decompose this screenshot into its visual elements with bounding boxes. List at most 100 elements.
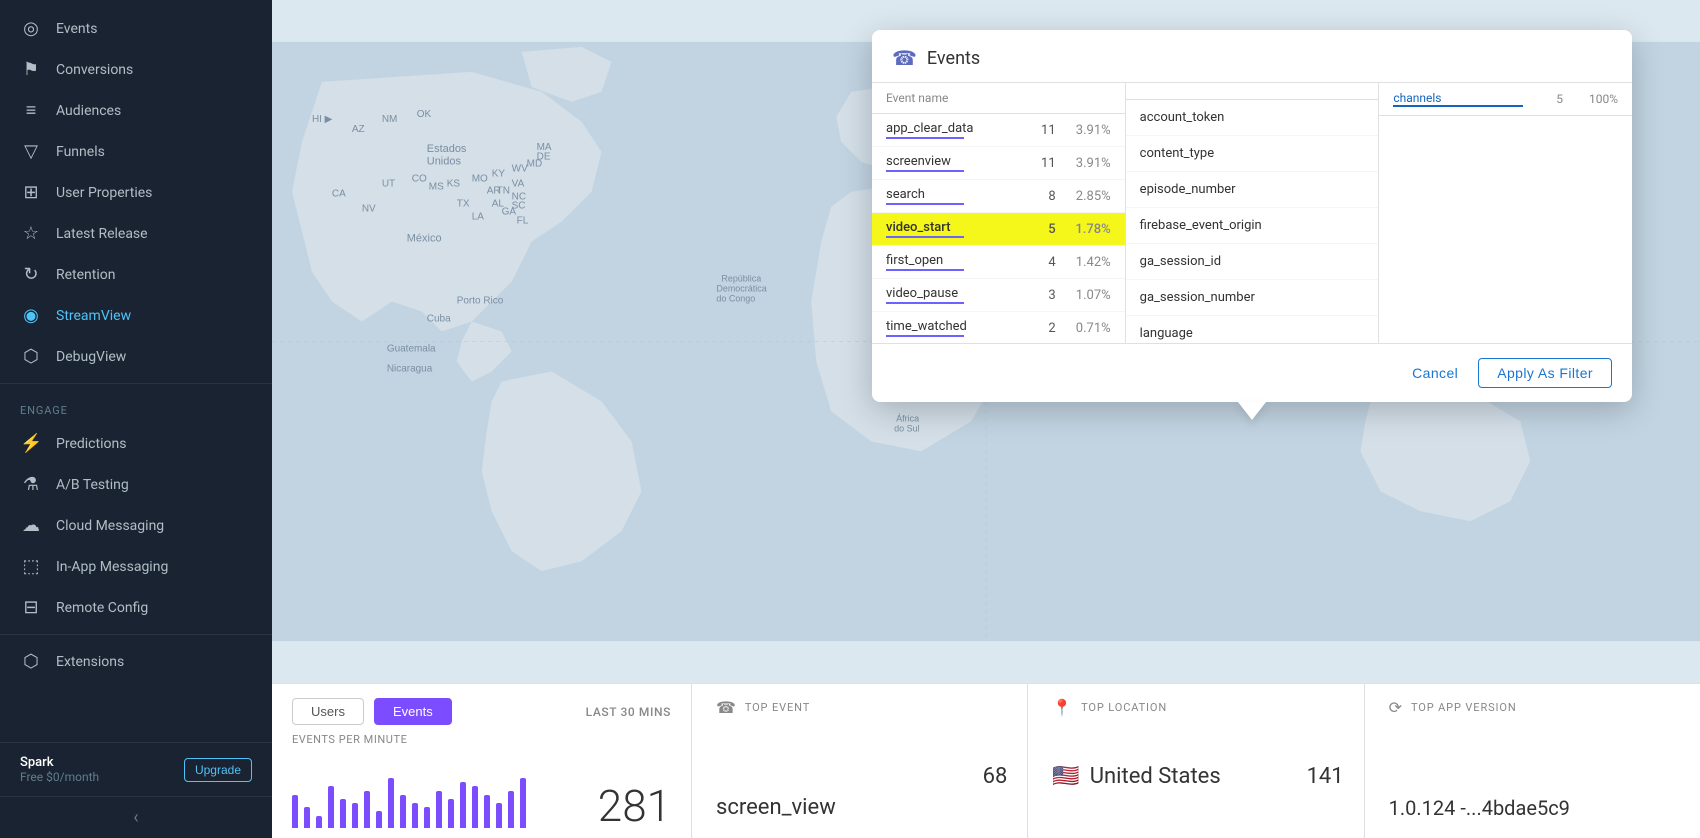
chart-bar (508, 791, 514, 829)
popup-channels-col: channels 5 100% (1379, 83, 1632, 343)
sidebar-item-audiences[interactable]: ≡ Audiences (0, 90, 272, 131)
svg-text:TX: TX (457, 199, 470, 210)
event-count: 2 (1016, 321, 1056, 336)
sidebar-item-ab-testing[interactable]: ⚗ A/B Testing (0, 464, 272, 505)
us-flag-icon: 🇺🇸 (1052, 764, 1079, 789)
sidebar-footer: Spark Free $0/month Upgrade (0, 742, 272, 796)
event-name-header: Event name (886, 91, 1111, 105)
chart-bar (520, 778, 526, 828)
conversions-icon: ⚑ (20, 59, 42, 80)
svg-text:Estados: Estados (427, 143, 467, 155)
sidebar-item-label: Predictions (56, 436, 126, 452)
svg-text:do Congo: do Congo (716, 294, 755, 304)
svg-text:OK: OK (417, 109, 432, 120)
chart-bar (340, 799, 346, 828)
top-event-row: screen_view 68 (716, 725, 1007, 828)
svg-text:Guatemala: Guatemala (387, 343, 436, 354)
svg-text:WV: WV (512, 164, 528, 175)
popup-events-col: Event name app_clear_data 11 3.91% scree… (872, 83, 1126, 343)
param-name: content_type (1140, 146, 1365, 161)
popup-footer: Cancel Apply As Filter (872, 343, 1632, 402)
chart-bar (388, 778, 394, 828)
sidebar-item-retention[interactable]: ↻ Retention (0, 254, 272, 295)
plan-name: Spark (20, 755, 99, 770)
sidebar-item-predictions[interactable]: ⚡ Predictions (0, 423, 272, 464)
chart-bar (484, 795, 490, 828)
svg-text:AR: AR (487, 186, 501, 197)
sidebar-item-label: Conversions (56, 62, 133, 78)
top-event-label: ☎ TOP EVENT (716, 698, 1007, 717)
chart-and-count: 281 (292, 752, 671, 828)
location-row: 🇺🇸 United States 141 (1052, 725, 1343, 828)
chart-bar (292, 795, 298, 828)
events-tab-button[interactable]: Events (374, 698, 452, 725)
chart-bar (400, 795, 406, 828)
sidebar-item-label: A/B Testing (56, 477, 129, 493)
svg-text:FL: FL (517, 216, 529, 227)
sidebar-collapse-button[interactable]: ‹ (0, 796, 272, 838)
top-event-count: 68 (983, 764, 1008, 789)
event-name: video_start (886, 220, 1016, 238)
event-pct: 2.85% (1056, 189, 1111, 204)
svg-text:México: México (407, 233, 442, 245)
sidebar-item-extensions[interactable]: ⬡ Extensions (0, 641, 272, 682)
event-row-app-clear-data[interactable]: app_clear_data 11 3.91% (872, 114, 1125, 147)
sidebar-item-label: Latest Release (56, 226, 148, 242)
param-row-account-token[interactable]: account_token (1126, 100, 1379, 136)
param-row-language[interactable]: language (1126, 316, 1379, 343)
chart-bar (304, 807, 310, 828)
param-row-content-type[interactable]: content_type (1126, 136, 1379, 172)
chart-bar (352, 803, 358, 828)
bottom-top-app-version: ⟳ TOP APP VERSION 1.0.124 -...4bdae5c9 (1365, 684, 1700, 838)
sidebar-item-cloud-messaging[interactable]: ☁ Cloud Messaging (0, 505, 272, 546)
param-row-episode-number[interactable]: episode_number (1126, 172, 1379, 208)
svg-text:HI ▶: HI ▶ (312, 114, 333, 125)
sidebar-item-in-app-messaging[interactable]: ⬚ In-App Messaging (0, 546, 272, 587)
upgrade-button[interactable]: Upgrade (184, 758, 252, 782)
audiences-icon: ≡ (20, 100, 42, 121)
param-row-ga-session-id[interactable]: ga_session_id (1126, 244, 1379, 280)
location-name: United States (1090, 764, 1221, 789)
event-name: app_clear_data (886, 121, 1016, 139)
sidebar-item-label: In-App Messaging (56, 559, 168, 575)
event-name: screenview (886, 154, 1016, 172)
event-row-search[interactable]: search 8 2.85% (872, 180, 1125, 213)
chart-bar (460, 782, 466, 828)
param-row-firebase-event-origin[interactable]: firebase_event_origin (1126, 208, 1379, 244)
streamview-icon: ◉ (20, 305, 42, 326)
sidebar-item-label: Audiences (56, 103, 121, 119)
event-row-time-watched[interactable]: time_watched 2 0.71% (872, 312, 1125, 343)
svg-text:NM: NM (382, 114, 398, 125)
sidebar-item-events[interactable]: ◎ Events (0, 8, 272, 49)
event-row-screenview[interactable]: screenview 11 3.91% (872, 147, 1125, 180)
event-pct: 3.91% (1056, 156, 1111, 171)
svg-text:África: África (896, 413, 919, 423)
event-name: search (886, 187, 1016, 205)
chart-bar (316, 816, 322, 829)
channel-header-pct: 100% (1563, 92, 1618, 106)
mini-chart (292, 773, 578, 828)
users-tab-button[interactable]: Users (292, 698, 364, 725)
event-row-video-pause[interactable]: video_pause 3 1.07% (872, 279, 1125, 312)
event-row-first-open[interactable]: first_open 4 1.42% (872, 246, 1125, 279)
sidebar-plan-info: Spark Free $0/month (20, 755, 99, 784)
sidebar-item-user-properties[interactable]: ⊞ User Properties (0, 172, 272, 213)
sidebar-item-debugview[interactable]: ⬡ DebugView (0, 336, 272, 377)
cancel-button[interactable]: Cancel (1412, 365, 1458, 381)
top-event-name: screen_view (716, 795, 836, 828)
sidebar-item-latest-release[interactable]: ☆ Latest Release (0, 213, 272, 254)
apply-as-filter-button[interactable]: Apply As Filter (1478, 358, 1612, 388)
event-row-video-start[interactable]: video_start 5 1.78% (872, 213, 1125, 246)
sidebar-item-conversions[interactable]: ⚑ Conversions (0, 49, 272, 90)
popup-col2-header (1126, 83, 1379, 100)
channel-header-name: channels (1393, 91, 1523, 107)
sidebar-item-funnels[interactable]: ▽ Funnels (0, 131, 272, 172)
param-row-ga-session-number[interactable]: ga_session_number (1126, 280, 1379, 316)
sidebar-item-remote-config[interactable]: ⊟ Remote Config (0, 587, 272, 628)
event-name: first_open (886, 253, 1016, 271)
sidebar-item-streamview[interactable]: ◉ StreamView (0, 295, 272, 336)
svg-text:VA: VA (512, 179, 525, 190)
plan-price: Free $0/month (20, 770, 99, 784)
latest-release-icon: ☆ (20, 223, 42, 244)
events-popup: ☎ Events Event name app_clear_data 11 3.… (872, 30, 1632, 402)
